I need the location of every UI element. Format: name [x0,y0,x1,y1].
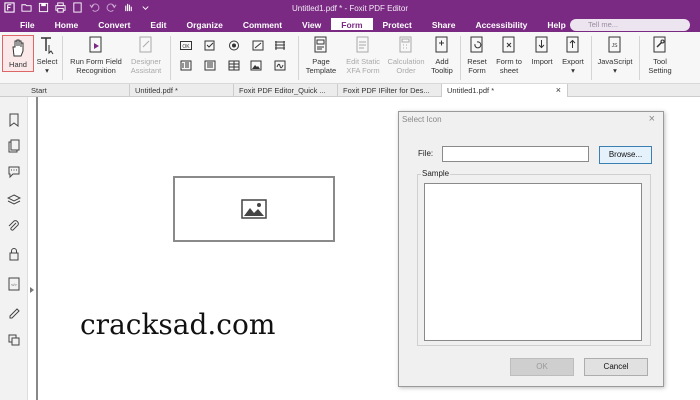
ribbon-divider [591,36,592,80]
export-icon [566,36,579,53]
signature-field-icon[interactable] [274,60,286,71]
layers-icon[interactable] [7,193,21,207]
select-button[interactable]: Select ▾ [35,35,59,75]
tab-view[interactable]: View [292,18,331,32]
pages-icon[interactable] [7,139,21,153]
designer-assistant-button[interactable]: Designer Assistant [126,35,166,75]
ribbon-divider [639,36,640,80]
page-template-icon [314,36,327,53]
title-bar: Untitled1.pdf * - Foxit PDF Editor [0,0,700,18]
close-icon[interactable]: × [649,113,655,125]
xfa-form-icon [356,36,369,53]
svg-text:JS: JS [612,43,619,49]
run-form-field-recognition-button[interactable]: Run Form Field Recognition [66,35,126,75]
form-to-sheet-icon [502,36,515,53]
window-title: Untitled1.pdf * - Foxit PDF Editor [291,4,409,13]
tab-home[interactable]: Home [45,18,89,32]
doc-tab-label: Untitled1.pdf * [447,86,495,95]
sample-label: Sample [421,169,451,178]
push-button-field-icon[interactable]: OK [180,40,192,51]
designer-assistant-icon [139,36,152,53]
form-to-sheet-button[interactable]: Form to sheet [493,35,525,75]
radio-button-field-icon[interactable] [228,40,240,51]
text-field-icon[interactable] [180,60,192,71]
dialog-title: Select Icon [402,115,442,124]
hand-icon [12,39,24,57]
reset-form-button[interactable]: Reset Form [463,35,491,75]
form-recognition-icon [89,36,102,53]
select-text-icon [41,37,54,55]
tool-setting-button[interactable]: Tool Setting [643,35,677,75]
image-form-field[interactable] [173,176,335,242]
document-tab-strip: Start Untitled.pdf * Foxit PDF Editor_Qu… [0,84,700,97]
add-tooltip-button[interactable]: Add Tooltip [428,35,456,75]
cancel-button[interactable]: Cancel [584,358,648,376]
checkbox-field-icon[interactable] [204,40,216,51]
comments-icon[interactable] [7,165,21,179]
ribbon-divider [298,36,299,80]
tab-file[interactable]: File [10,18,45,32]
chevron-down-icon: ▾ [45,66,49,75]
svg-text:</>: </> [11,282,17,287]
page-template-button[interactable]: Page Template [303,35,339,75]
bookmark-icon[interactable] [7,113,21,127]
ok-button[interactable]: OK [510,358,574,376]
sample-preview [424,183,642,341]
import-button[interactable]: Import [528,35,556,66]
push-button-ok-label: OK [182,44,190,50]
list-box-field-icon[interactable] [274,40,286,51]
reset-form-icon [470,36,483,53]
tags-icon[interactable]: </> [7,277,21,291]
tooltip-icon [435,36,448,53]
hand-button[interactable]: Hand [2,35,34,72]
tab-accessibility[interactable]: Accessibility [465,18,537,32]
calculation-order-button[interactable]: Calculation Order [386,35,426,75]
tab-convert[interactable]: Convert [88,18,140,32]
combo-box-field-icon[interactable] [252,40,264,51]
date-field-icon[interactable] [204,60,216,71]
navigation-sidebar: </> [0,97,28,400]
export-button[interactable]: Export ▾ [559,35,587,75]
ribbon-divider [62,36,63,80]
tool-setting-icon [653,36,666,53]
edit-static-xfa-form-button[interactable]: Edit Static XFA Form [341,35,385,75]
tell-me-search[interactable]: Tell me... [570,19,690,31]
ribbon-tab-bar: File Home Convert Edit Organize Comment … [0,18,700,32]
ribbon: Hand Select ▾ Run Form Field Recognition… [0,32,700,84]
sample-group: Sample [417,169,651,346]
calculator-icon [399,36,412,53]
tab-comment[interactable]: Comment [233,18,292,32]
file-label: File: [418,149,434,158]
tab-protect[interactable]: Protect [373,18,422,32]
expand-sidebar-icon[interactable] [28,285,36,295]
select-icon-dialog: Select Icon × File: Browse... Sample OK … [398,111,664,387]
javascript-button[interactable]: JS JavaScript ▾ [595,35,635,75]
ribbon-divider [170,36,171,80]
doc-tab[interactable]: Foxit PDF IFilter for Des... [338,84,442,97]
chevron-down-icon: ▾ [571,66,575,75]
tab-share[interactable]: Share [422,18,466,32]
content-panel-icon[interactable] [7,333,21,347]
doc-tab-active[interactable]: Untitled1.pdf * × [442,84,568,97]
security-lock-icon[interactable] [7,247,21,261]
close-tab-icon[interactable]: × [556,84,561,97]
doc-tab[interactable]: Foxit PDF Editor_Quick ... [234,84,338,97]
chevron-down-icon: ▾ [613,66,617,75]
doc-tab[interactable]: Start [26,84,130,97]
signature-panel-icon[interactable] [7,305,21,319]
browse-button[interactable]: Browse... [599,146,652,164]
watermark-text: cracksad.com [80,308,276,341]
ribbon-divider [460,36,461,80]
tab-form[interactable]: Form [331,18,373,32]
file-path-input[interactable] [442,146,589,162]
table-field-icon[interactable] [228,60,240,71]
javascript-icon: JS [608,36,621,53]
image-field-button-icon[interactable] [250,60,262,71]
tab-organize[interactable]: Organize [176,18,232,32]
doc-tab[interactable]: Untitled.pdf * [130,84,234,97]
tab-edit[interactable]: Edit [140,18,176,32]
attachment-icon[interactable] [7,220,21,234]
import-icon [535,36,548,53]
image-placeholder-icon [241,199,267,219]
